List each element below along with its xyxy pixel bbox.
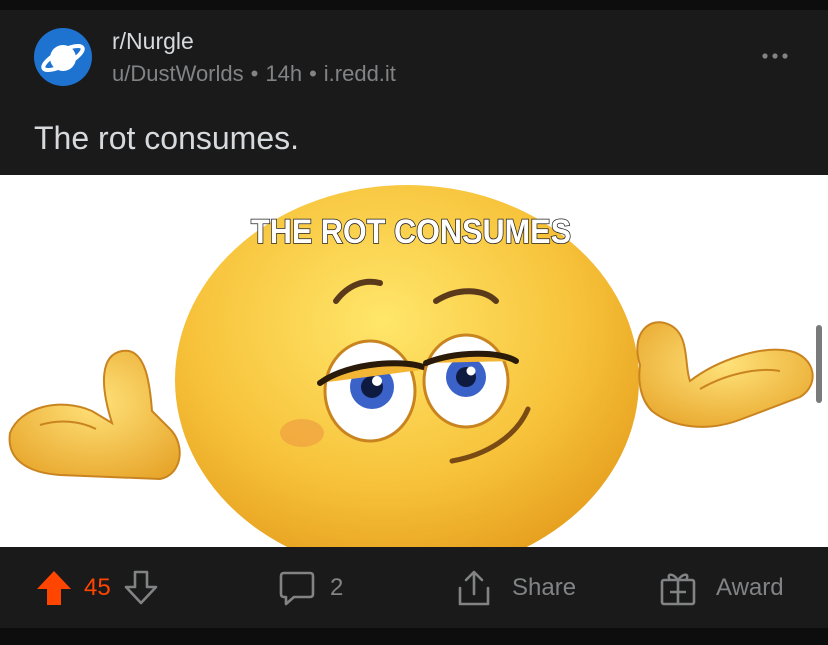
author-link[interactable]: u/DustWorlds: [112, 61, 244, 86]
post-image[interactable]: THE ROT CONSUMES: [0, 175, 828, 547]
award-button[interactable]: Award: [658, 547, 784, 628]
comment-bubble-icon: [279, 571, 315, 605]
separator-dot: •: [309, 61, 317, 86]
more-options-button[interactable]: [752, 40, 796, 70]
share-label: Share: [512, 573, 577, 601]
left-hand: [8, 349, 181, 481]
separator-dot: •: [250, 61, 259, 86]
post-age: 14h: [265, 61, 303, 86]
planet-icon: [41, 43, 85, 73]
subreddit-name[interactable]: r/Nurgle: [112, 28, 194, 55]
vote-group: 45: [34, 547, 161, 628]
gift-icon: [660, 573, 696, 605]
post-meta: u/DustWorlds • 14h • i.redd.it: [112, 61, 396, 87]
meme-caption: THE ROT CONSUMES: [251, 213, 571, 251]
action-bar: 45 2 Share Award: [0, 547, 828, 628]
downvote-button[interactable]: [121, 568, 161, 608]
right-hand: [636, 321, 814, 428]
post-domain[interactable]: i.redd.it: [324, 61, 396, 86]
vote-score: 45: [84, 573, 111, 601]
share-button[interactable]: Share: [454, 547, 576, 628]
scrollbar[interactable]: [816, 325, 822, 403]
upvote-button[interactable]: [34, 568, 74, 608]
award-label: Award: [716, 573, 784, 601]
share-icon: [458, 570, 490, 605]
subreddit-avatar[interactable]: [34, 28, 92, 86]
comments-count: 2: [330, 573, 344, 601]
downvote-arrow-icon: [124, 570, 158, 604]
more-dots-icon: [762, 53, 788, 59]
shrug-emoji-meme: THE ROT CONSUMES: [8, 185, 814, 547]
upvote-arrow-icon: [37, 570, 71, 605]
post-card[interactable]: r/Nurgle u/DustWorlds • 14h • i.redd.it The …: [0, 10, 828, 628]
comments-button[interactable]: 2: [278, 547, 343, 628]
post-title[interactable]: The rot consumes.: [34, 120, 299, 157]
